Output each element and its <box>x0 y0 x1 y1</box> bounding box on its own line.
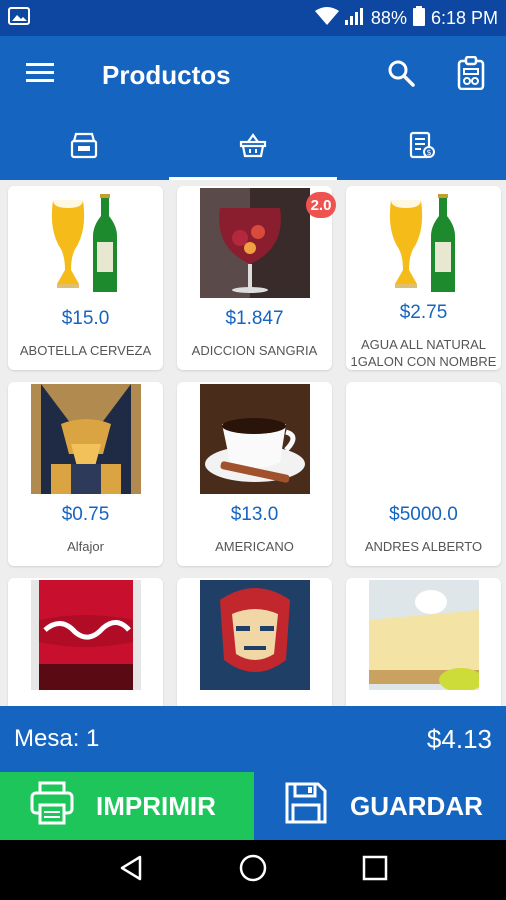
product-price: $5000.0 <box>389 504 458 525</box>
battery-icon <box>412 5 425 31</box>
product-price: $15.0 <box>61 308 110 329</box>
print-button[interactable]: IMPRIMIR <box>0 772 254 840</box>
order-total: $4.13 <box>426 723 492 754</box>
receipt-icon: $ <box>409 131 435 164</box>
save-label: GUARDAR <box>350 790 483 821</box>
table-total-bar: Mesa: 1 $4.13 <box>0 706 506 772</box>
save-button[interactable]: GUARDAR <box>254 772 506 840</box>
table-number: Mesa: 1 <box>14 725 100 752</box>
product-name: ADICCION SANGRIA <box>191 343 318 358</box>
clock: 6:18 PM <box>430 7 498 28</box>
print-label: IMPRIMIR <box>96 790 216 821</box>
floppy-disk-icon <box>284 781 328 832</box>
product-name: Alfajor <box>67 539 104 554</box>
svg-text:$: $ <box>426 148 431 157</box>
system-nav-bar <box>0 840 506 900</box>
back-button[interactable] <box>101 840 161 900</box>
cash-register-icon <box>70 131 98 164</box>
product-card[interactable]: $2.75 AGUA ALL NATURAL 1GALON CON NOMBRE <box>346 186 501 370</box>
menu-button[interactable] <box>0 36 80 114</box>
home-button[interactable] <box>223 840 283 900</box>
printer-icon <box>30 781 74 832</box>
app-bar: Productos <box>0 36 506 114</box>
product-grid: $15.0 ABOTELLA CERVEZA 2.0 $1.847 ADICCI… <box>0 180 506 706</box>
product-image-placeholder <box>369 384 479 494</box>
recents-square-icon <box>361 854 389 887</box>
product-card[interactable]: $5000.0 ANDRES ALBERTO <box>346 382 501 566</box>
product-name: ANDRES ALBERTO <box>364 539 483 554</box>
iron-man-poster-image <box>199 580 310 690</box>
sangria-glass-image <box>199 188 310 298</box>
wolverine-poster-image <box>30 384 141 494</box>
product-price: $0.75 <box>61 504 110 525</box>
coca-cola-bottle-image <box>30 580 141 690</box>
home-circle-icon <box>238 853 268 888</box>
action-buttons: IMPRIMIR GUARDAR <box>0 772 506 840</box>
product-price: $2.75 <box>399 302 448 323</box>
wifi-icon <box>314 6 339 30</box>
image-notification-icon <box>8 6 30 31</box>
basket-icon <box>239 132 267 163</box>
product-price: $1.847 <box>225 308 284 329</box>
product-card[interactable] <box>346 578 501 706</box>
tab-orders[interactable]: $ <box>337 114 506 180</box>
product-name: AGUA ALL NATURAL 1GALON CON NOMBRE <box>350 337 497 369</box>
product-name: ABOTELLA CERVEZA <box>19 343 152 358</box>
signal-icon <box>344 7 365 30</box>
key-lime-pie-image <box>368 580 479 690</box>
back-triangle-icon <box>118 854 144 887</box>
product-card[interactable] <box>8 578 163 706</box>
beer-bottle-glass-image <box>31 188 141 298</box>
product-card[interactable] <box>177 578 332 706</box>
quantity-badge: 2.0 <box>306 192 336 218</box>
beer-bottle-glass-image <box>369 188 479 292</box>
clipboard-icon <box>457 55 485 95</box>
coffee-cup-image <box>199 384 310 494</box>
product-card[interactable]: $13.0 AMERICANO <box>177 382 332 566</box>
product-price: $13.0 <box>230 504 279 525</box>
product-card[interactable]: $15.0 ABOTELLA CERVEZA <box>8 186 163 370</box>
product-card[interactable]: 2.0 $1.847 ADICCION SANGRIA <box>177 186 336 370</box>
product-name: AMERICANO <box>215 539 294 554</box>
recents-button[interactable] <box>345 840 405 900</box>
page-title: Productos <box>102 59 231 90</box>
product-card[interactable]: $0.75 Alfajor <box>8 382 163 566</box>
tab-bar: $ <box>0 114 506 180</box>
search-icon <box>387 59 415 92</box>
search-button[interactable] <box>366 36 436 114</box>
battery-percent: 88% <box>370 7 407 28</box>
status-bar: 88% 6:18 PM <box>0 0 506 36</box>
hamburger-icon <box>26 62 54 89</box>
tab-register[interactable] <box>0 114 169 180</box>
order-clipboard-button[interactable] <box>436 36 506 114</box>
tab-products[interactable] <box>168 114 338 180</box>
